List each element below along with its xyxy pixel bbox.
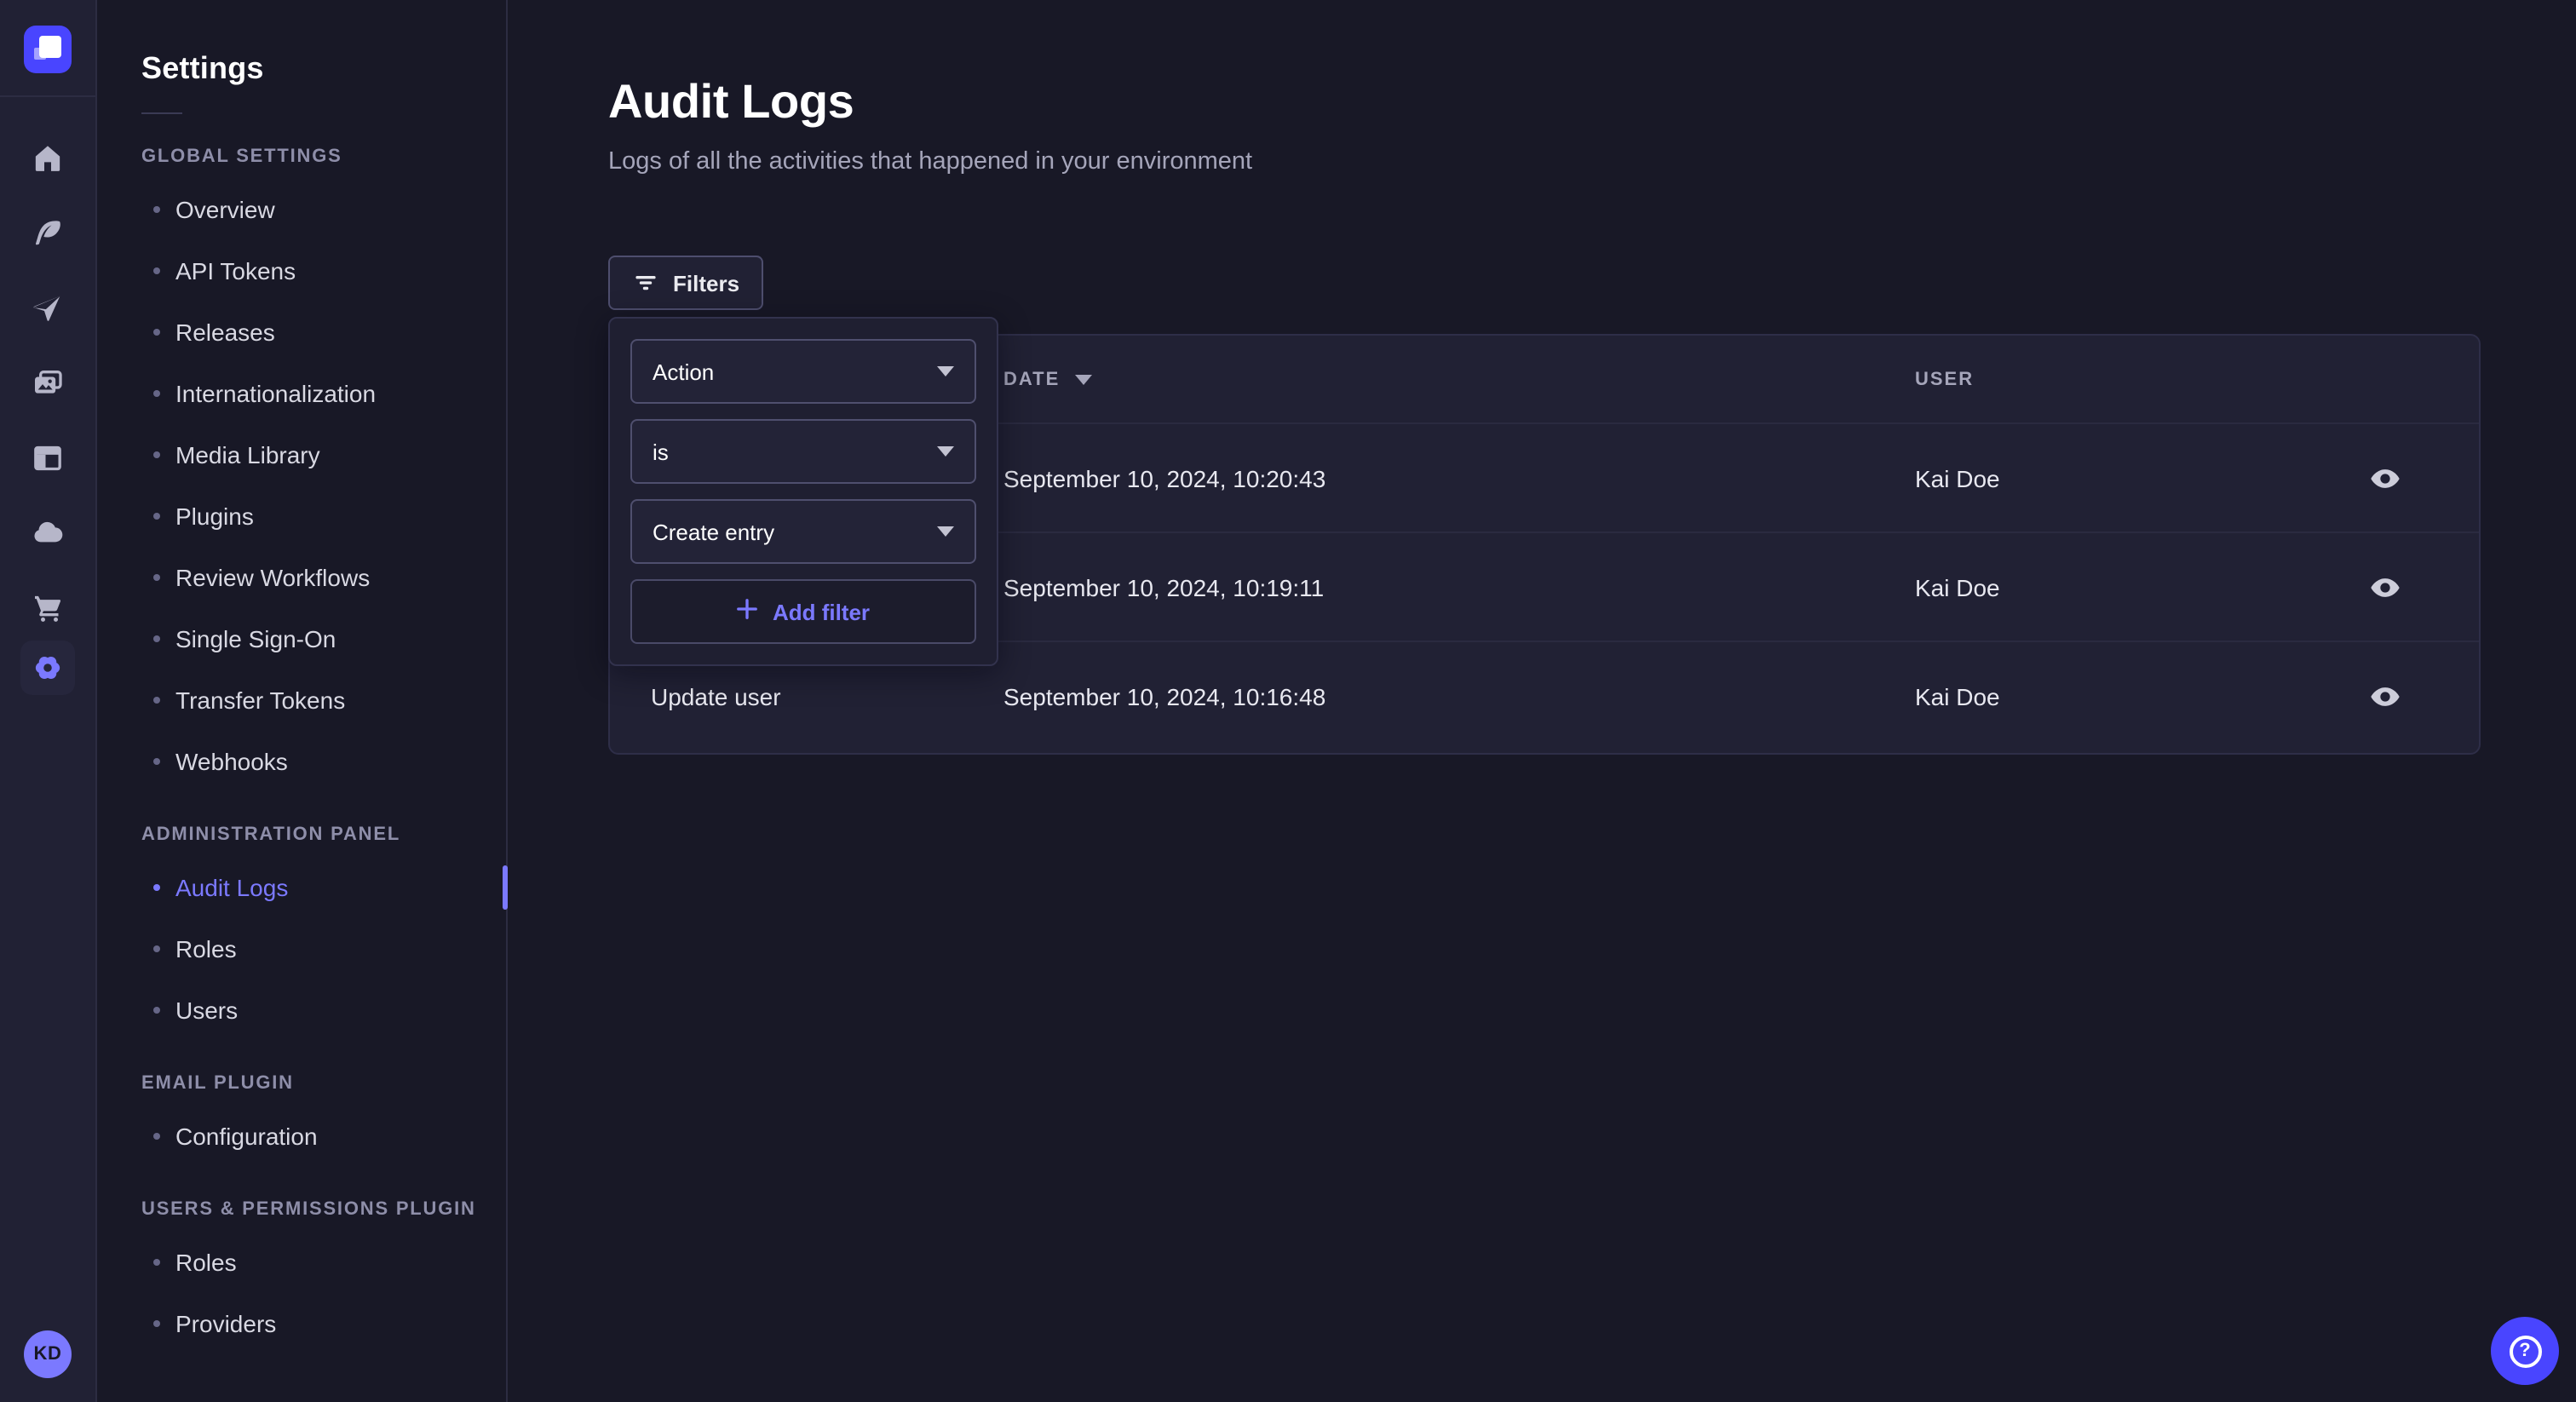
question-mark-icon: ? xyxy=(2509,1335,2541,1367)
strapi-admin: KD Settings GLOBAL SETTINGS Overview API… xyxy=(0,0,2576,1402)
cell-user: Kai Doe xyxy=(1915,573,2000,600)
sidebar-item-up-providers[interactable]: Providers xyxy=(97,1293,506,1354)
view-details-eye-icon[interactable] xyxy=(2361,673,2409,721)
add-filter-label: Add filter xyxy=(773,599,870,624)
sidebar-title-divider xyxy=(141,112,182,114)
sidebar-item-releases[interactable]: Releases xyxy=(97,302,506,363)
sidebar-item-audit-logs[interactable]: Audit Logs xyxy=(97,857,506,918)
cloud-icon[interactable] xyxy=(20,506,75,560)
filter-value-value: Create entry xyxy=(653,519,774,544)
filters-popover: Action is Create entry Add filter xyxy=(608,317,998,666)
sidebar-item-up-roles[interactable]: Roles xyxy=(97,1232,506,1293)
send-icon[interactable] xyxy=(20,281,75,336)
column-header-user: USER xyxy=(1915,369,1974,389)
sidebar-item-webhooks[interactable]: Webhooks xyxy=(97,731,506,792)
sidebar-item-api-tokens[interactable]: API Tokens xyxy=(97,240,506,302)
filter-field-select[interactable]: Action xyxy=(630,339,976,404)
section-label-users-permissions-plugin: USERS & PERMISSIONS PLUGIN xyxy=(141,1199,506,1220)
sidebar-item-transfer-tokens[interactable]: Transfer Tokens xyxy=(97,669,506,731)
email-plugin-list: Configuration xyxy=(97,1106,506,1167)
column-header-date[interactable]: DATE xyxy=(1003,369,1092,389)
sidebar-item-plugins[interactable]: Plugins xyxy=(97,486,506,547)
home-icon[interactable] xyxy=(20,131,75,186)
sort-descending-icon xyxy=(1075,374,1092,384)
strapi-logo-mark xyxy=(39,36,61,58)
strapi-logo[interactable] xyxy=(24,26,72,73)
section-label-administration-panel: ADMINISTRATION PANEL xyxy=(141,825,506,845)
sidebar-item-media-library[interactable]: Media Library xyxy=(97,424,506,486)
cell-date: September 10, 2024, 10:20:43 xyxy=(1003,464,1325,491)
filters-button[interactable]: Filters xyxy=(608,256,763,310)
section-label-email-plugin: EMAIL PLUGIN xyxy=(141,1073,506,1094)
settings-sidebar: Settings GLOBAL SETTINGS Overview API To… xyxy=(97,0,508,1402)
cell-date: September 10, 2024, 10:19:11 xyxy=(1003,573,1324,600)
view-details-eye-icon[interactable] xyxy=(2361,454,2409,502)
filter-operator-select[interactable]: is xyxy=(630,419,976,484)
marketplace-cart-icon[interactable] xyxy=(20,581,75,635)
page-title: Audit Logs xyxy=(608,75,854,129)
add-filter-button[interactable]: Add filter xyxy=(630,579,976,644)
sidebar-item-single-sign-on[interactable]: Single Sign-On xyxy=(97,608,506,669)
view-details-eye-icon[interactable] xyxy=(2361,563,2409,611)
page-subtitle: Logs of all the activities that happened… xyxy=(608,148,1252,175)
cell-action: Update user xyxy=(651,683,781,710)
sidebar-item-overview[interactable]: Overview xyxy=(97,179,506,240)
sidebar-title: Settings xyxy=(141,51,506,87)
sidebar-item-internationalization[interactable]: Internationalization xyxy=(97,363,506,424)
filter-field-value: Action xyxy=(653,359,714,384)
help-button[interactable]: ? xyxy=(2491,1317,2559,1385)
sidebar-item-admin-roles[interactable]: Roles xyxy=(97,918,506,980)
settings-gear-icon[interactable] xyxy=(20,641,75,695)
filters-button-label: Filters xyxy=(673,270,739,296)
global-settings-list: Overview API Tokens Releases Internation… xyxy=(97,179,506,792)
administration-panel-list: Audit Logs Roles Users xyxy=(97,857,506,1041)
rail-divider xyxy=(0,95,95,97)
sidebar-item-review-workflows[interactable]: Review Workflows xyxy=(97,547,506,608)
cell-date: September 10, 2024, 10:16:48 xyxy=(1003,683,1325,710)
chevron-down-icon xyxy=(937,526,954,537)
content-layout-icon[interactable] xyxy=(20,431,75,486)
main-content: Audit Logs Logs of all the activities th… xyxy=(508,0,2576,1402)
sidebar-item-email-configuration[interactable]: Configuration xyxy=(97,1106,506,1167)
section-label-global-settings: GLOBAL SETTINGS xyxy=(141,147,506,167)
cell-user: Kai Doe xyxy=(1915,464,2000,491)
sidebar-item-admin-users[interactable]: Users xyxy=(97,980,506,1041)
user-avatar[interactable]: KD xyxy=(24,1330,72,1378)
users-permissions-list: Roles Providers xyxy=(97,1232,506,1354)
cell-user: Kai Doe xyxy=(1915,683,2000,710)
chevron-down-icon xyxy=(937,366,954,376)
filter-icon xyxy=(632,269,659,296)
pen-icon[interactable] xyxy=(20,206,75,261)
icon-rail: KD xyxy=(0,0,97,1402)
filter-operator-value: is xyxy=(653,439,669,464)
filter-value-select[interactable]: Create entry xyxy=(630,499,976,564)
media-library-icon[interactable] xyxy=(20,356,75,411)
chevron-down-icon xyxy=(937,446,954,457)
plus-icon xyxy=(737,598,759,625)
